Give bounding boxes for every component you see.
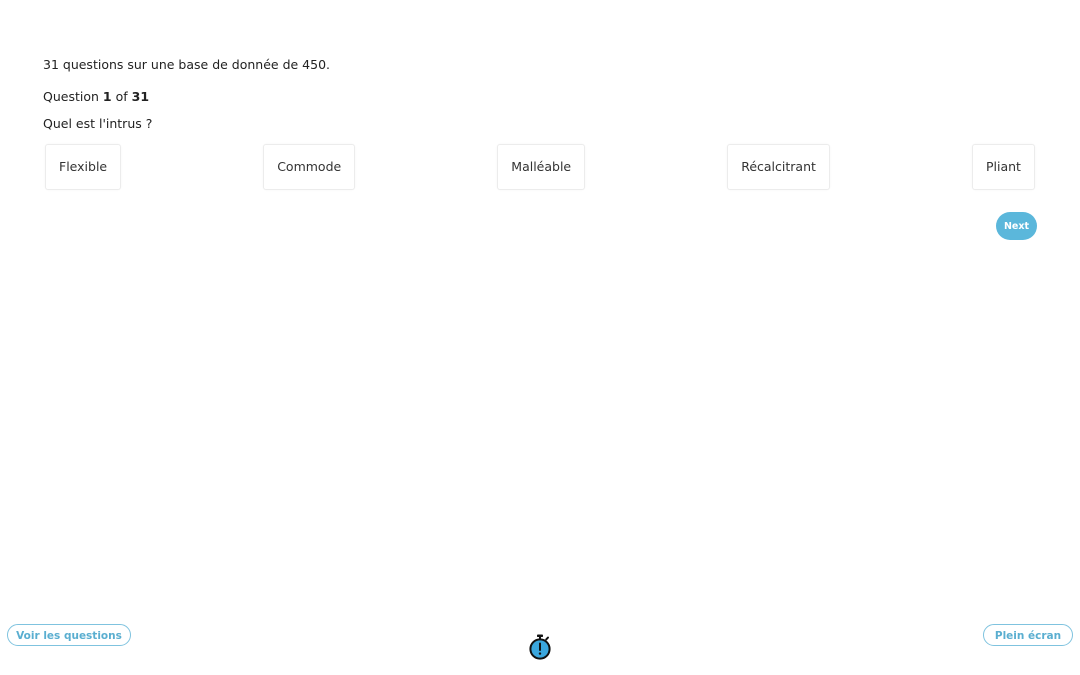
answer-option[interactable]: Commode <box>263 144 356 190</box>
stopwatch-graphic <box>529 634 551 660</box>
answer-option[interactable]: Pliant <box>971 144 1035 190</box>
answer-option[interactable]: Flexible <box>45 144 122 190</box>
view-questions-button[interactable]: Voir les questions <box>7 624 131 646</box>
question-counter: Question 1 of 31 <box>43 88 1037 106</box>
quiz-container: 31 questions sur une base de donnée de 4… <box>43 56 1037 250</box>
stopwatch-icon[interactable] <box>528 634 552 660</box>
counter-prefix: Question <box>43 89 99 104</box>
answer-options: Flexible Commode Malléable Récalcitrant … <box>43 144 1037 190</box>
fullscreen-button[interactable]: Plein écran <box>983 624 1073 646</box>
counter-current: 1 <box>102 89 112 104</box>
question-text: Quel est l'intrus ? <box>43 116 153 131</box>
next-row: Next <box>43 210 1037 250</box>
answer-option[interactable]: Malléable <box>497 144 586 190</box>
next-button[interactable]: Next <box>996 212 1037 240</box>
quiz-page: 31 questions sur une base de donnée de 4… <box>0 0 1080 675</box>
counter-of: of <box>115 89 128 104</box>
quiz-intro: 31 questions sur une base de donnée de 4… <box>43 57 331 72</box>
answer-option[interactable]: Récalcitrant <box>727 144 830 190</box>
counter-total: 31 <box>131 89 150 104</box>
